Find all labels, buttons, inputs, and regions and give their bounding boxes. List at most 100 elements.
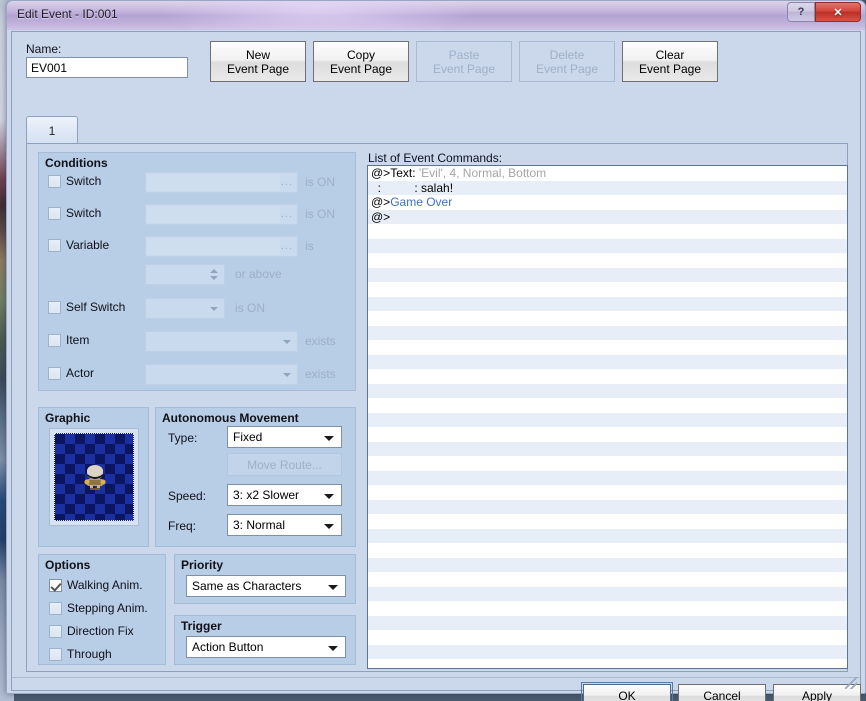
condition-switch-2-checkbox[interactable] <box>48 206 61 220</box>
event-command-row[interactable] <box>368 586 847 601</box>
command-parameters: 'Evil', 4, Normal, Bottom <box>418 166 547 180</box>
priority-combo[interactable]: Same as Characters <box>186 575 346 597</box>
copy-event-page-button[interactable]: Copy Event Page <box>313 41 409 82</box>
event-command-row[interactable] <box>368 470 847 485</box>
event-command-row[interactable]: @> <box>368 209 847 224</box>
condition-self-switch-checkbox[interactable] <box>48 300 61 314</box>
option-through-checkbox[interactable] <box>49 647 62 661</box>
condition-switch-1-label: Switch <box>66 174 102 188</box>
condition-self-switch-row[interactable]: Self Switch <box>48 300 125 314</box>
event-command-row[interactable] <box>368 601 847 616</box>
clear-event-page-button[interactable]: Clear Event Page <box>622 41 718 82</box>
event-command-row[interactable] <box>368 514 847 529</box>
event-command-row[interactable] <box>368 325 847 340</box>
event-command-row[interactable] <box>368 253 847 268</box>
option-direction-fix-checkbox[interactable] <box>49 624 62 638</box>
event-command-row[interactable] <box>368 485 847 500</box>
condition-actor-row[interactable]: Actor <box>48 366 94 380</box>
priority-group: Priority Same as Characters <box>174 554 356 604</box>
event-command-row[interactable] <box>368 340 847 355</box>
close-icon[interactable]: ✕ <box>815 2 861 22</box>
condition-switch-2-row[interactable]: Switch <box>48 206 101 220</box>
condition-variable-value-suffix: or above <box>235 267 282 281</box>
event-command-row[interactable] <box>368 296 847 311</box>
event-command-row[interactable] <box>368 398 847 413</box>
option-walking-anim-label: Walking Anim. <box>67 578 143 592</box>
event-command-row[interactable] <box>368 267 847 282</box>
event-command-row[interactable] <box>368 282 847 297</box>
condition-variable-field: ... <box>145 236 298 257</box>
option-through-row[interactable]: Through <box>49 647 112 661</box>
condition-variable-checkbox[interactable] <box>48 238 61 252</box>
event-command-row[interactable]: @>Game Over <box>368 195 847 210</box>
clear-event-page-line2: Event Page <box>638 61 702 76</box>
command-prefix: : : salah! <box>371 180 454 195</box>
condition-switch-1-field: ... <box>145 172 298 193</box>
chevron-down-icon <box>283 340 291 344</box>
event-command-row[interactable] <box>368 543 847 558</box>
event-command-row[interactable] <box>368 369 847 384</box>
help-icon[interactable]: ? <box>787 2 815 22</box>
condition-actor-combo <box>145 364 298 385</box>
apply-accel-letter: A <box>801 689 810 701</box>
movement-type-combo[interactable]: Fixed <box>227 426 342 448</box>
condition-item-checkbox[interactable] <box>48 333 61 347</box>
condition-switch-1-row[interactable]: Switch <box>48 174 101 188</box>
conditions-title: Conditions <box>45 156 108 170</box>
option-stepping-anim-checkbox[interactable] <box>49 601 62 615</box>
condition-actor-checkbox[interactable] <box>48 366 61 380</box>
trigger-value: Action Button <box>192 640 264 654</box>
event-command-row[interactable] <box>368 224 847 239</box>
resize-grip-icon[interactable] <box>845 677 857 689</box>
new-event-page-button[interactable]: New Event Page <box>210 41 306 82</box>
event-command-row[interactable] <box>368 383 847 398</box>
options-group: Options Walking Anim. Stepping Anim. Dir… <box>38 554 166 665</box>
condition-switch-1-ellipsis-icon: ... <box>280 176 293 188</box>
trigger-combo[interactable]: Action Button <box>186 636 346 658</box>
name-label: Name: <box>26 42 62 56</box>
event-command-row[interactable] <box>368 572 847 587</box>
option-stepping-anim-row[interactable]: Stepping Anim. <box>49 601 148 615</box>
option-walking-anim-row[interactable]: Walking Anim. <box>49 578 143 592</box>
option-direction-fix-row[interactable]: Direction Fix <box>49 624 134 638</box>
movement-speed-combo[interactable]: 3: x2 Slower <box>227 484 342 506</box>
event-command-row[interactable] <box>368 427 847 442</box>
event-command-row[interactable] <box>368 412 847 427</box>
event-command-row[interactable] <box>368 456 847 471</box>
condition-variable-ellipsis-icon: ... <box>280 240 293 252</box>
option-walking-anim-checkbox[interactable] <box>49 578 62 592</box>
movement-freq-combo[interactable]: 3: Normal <box>227 514 342 536</box>
event-command-row[interactable] <box>368 238 847 253</box>
graphic-preview-button[interactable] <box>49 428 139 526</box>
event-command-row[interactable] <box>368 354 847 369</box>
event-command-row[interactable] <box>368 644 847 659</box>
condition-self-switch-combo <box>145 298 225 319</box>
command-prefix: @> <box>371 195 391 209</box>
event-command-row[interactable] <box>368 311 847 326</box>
condition-item-row[interactable]: Item <box>48 333 89 347</box>
condition-variable-row[interactable]: Variable <box>48 238 109 252</box>
name-input[interactable] <box>26 57 188 78</box>
event-command-row[interactable] <box>368 630 847 645</box>
ok-button[interactable]: OK <box>581 682 673 701</box>
condition-switch-1-checkbox[interactable] <box>48 174 61 188</box>
event-command-row[interactable] <box>368 499 847 514</box>
event-command-row[interactable] <box>368 528 847 543</box>
option-direction-fix-label: Direction Fix <box>67 624 134 638</box>
edit-event-window: Edit Event - ID:001 ? ✕ Name: New Event … <box>6 0 866 701</box>
event-command-row[interactable] <box>368 557 847 572</box>
chevron-down-icon <box>324 524 334 529</box>
movement-freq-label: Freq: <box>168 519 197 533</box>
event-command-row[interactable] <box>368 615 847 630</box>
event-command-row[interactable]: : : salah! <box>368 180 847 195</box>
event-command-row[interactable] <box>368 441 847 456</box>
event-command-row[interactable]: @>Text: 'Evil', 4, Normal, Bottom <box>368 166 847 181</box>
window-title: Edit Event - ID:001 <box>17 7 118 21</box>
event-commands-list[interactable]: @>Text: 'Evil', 4, Normal, Bottom : : sa… <box>367 165 848 669</box>
tab-page-1[interactable]: 1 <box>26 116 78 144</box>
title-bar[interactable]: Edit Event - ID:001 ? ✕ <box>7 1 865 30</box>
event-commands-rows: @>Text: 'Evil', 4, Normal, Bottom : : sa… <box>368 166 847 659</box>
paste-event-page-button: Paste Event Page <box>416 41 512 82</box>
delete-event-page-line2: Event Page <box>535 61 599 76</box>
cancel-button[interactable]: Cancel <box>678 684 766 701</box>
